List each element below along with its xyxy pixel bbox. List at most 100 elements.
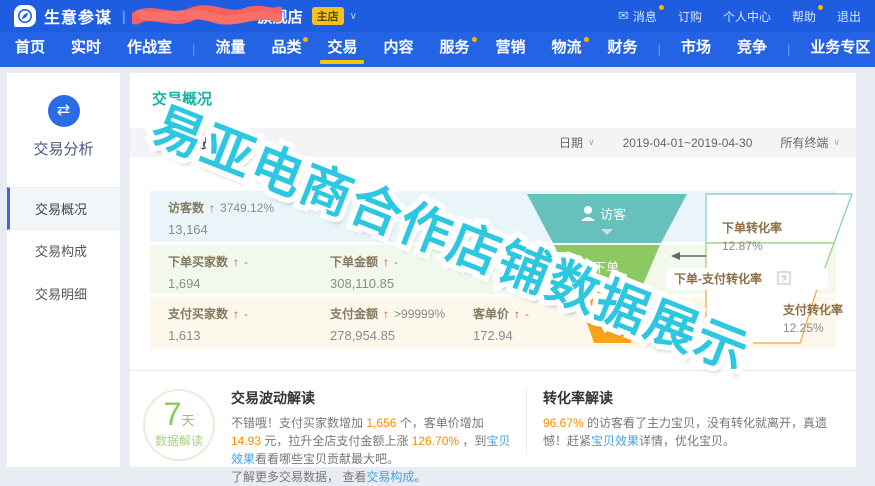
nav-service[interactable]: 服务 <box>440 32 470 67</box>
nav-divider: | <box>192 42 195 57</box>
notification-dot <box>472 37 477 42</box>
notification-dot <box>584 37 589 42</box>
topbar: 生意参谋 | 旗舰店 主店 ∨ ✉ 消息 订购 个人中心 帮助 退出 <box>0 0 875 32</box>
insight-text: 元，拉升全店支付金额上涨 <box>261 434 412 448</box>
metric-per-customer: 客单价↑- 172.94 <box>473 305 529 343</box>
nav-category[interactable]: 品类 <box>271 32 301 67</box>
metric-label: 访客数 <box>168 199 204 216</box>
sidebar-title: 交易分析 <box>7 138 120 159</box>
metric-label: 下单金额 <box>330 253 378 270</box>
metric-pay-buyers: 支付买家数↑- 1,613 <box>168 305 248 343</box>
sidebar-item-trade-composition[interactable]: 交易构成 <box>7 230 120 273</box>
page-title: 交易概况 <box>130 73 856 109</box>
metric-label: 支付金额 <box>330 305 378 322</box>
chevron-down-icon: ∨ <box>833 137 840 148</box>
messages-link[interactable]: ✉ 消息 <box>618 8 657 25</box>
metric-visitors: 访客数 ↑ 3749.12% 13,164 <box>168 199 274 237</box>
insight-text: 看看哪些宝贝贡献最大吧。 <box>255 452 399 466</box>
arrow-up-icon: ↑ <box>383 307 389 321</box>
section-title: 交易总览 <box>162 133 214 152</box>
nav-service-label: 服务 <box>440 39 470 56</box>
store-chevron-down-icon[interactable]: ∨ <box>350 11 357 22</box>
brand-compass-logo-icon <box>14 5 36 27</box>
section-header: 交易总览 日期 ∨ 2019-04-01~2019-04-30 所有终端 ∨ <box>130 128 856 157</box>
personal-center-link[interactable]: 个人中心 <box>723 8 771 25</box>
order-band: 下单买家数↑- 1,694 下单金额↑- 308,110.85 <box>150 245 836 294</box>
nav-category-label: 品类 <box>271 39 301 56</box>
nav-home[interactable]: 首页 <box>15 32 45 67</box>
pay-band: 支付买家数↑- 1,613 支付金额↑>99999% 278,954.85 客单… <box>150 297 836 349</box>
main-nav: 首页 实时 作战室 | 流量 品类 交易 内容 服务 营销 物流 财务 | 市场… <box>0 32 875 67</box>
nav-traffic[interactable]: 流量 <box>215 32 245 67</box>
trade-composition-link[interactable]: 交易构成 <box>366 470 414 484</box>
nav-logistics[interactable]: 物流 <box>552 32 582 67</box>
terminal-filter[interactable]: 所有终端 ∨ <box>780 134 840 151</box>
insight-highlight-value: 126.70% <box>412 434 459 448</box>
seven-day-badge: 7天 数据解读 <box>143 389 215 461</box>
insight-text: 。 <box>414 470 426 484</box>
nav-finance[interactable]: 财务 <box>608 32 638 67</box>
brand-divider: | <box>122 8 126 24</box>
date-range-value: 2019-04-01~2019-04-30 <box>623 136 753 150</box>
insight-title: 转化率解读 <box>543 388 832 408</box>
subscribe-link[interactable]: 订购 <box>678 8 702 25</box>
date-filter[interactable]: 日期 ∨ <box>559 134 595 151</box>
insight-body: 96.67% 的访客看了主力宝贝，没有转化就离开，真遗憾！赶紧宝贝效果详情，优化… <box>543 414 832 450</box>
metric-pay-amount: 支付金额↑>99999% 278,954.85 <box>330 305 445 343</box>
insight-highlight-value: 14.93 <box>231 434 261 448</box>
metric-trend: >99999% <box>394 307 445 321</box>
sidebar-item-trade-overview[interactable]: 交易概况 <box>7 187 120 230</box>
sidebar-menu: 交易概况 交易构成 交易明细 <box>7 187 120 316</box>
nav-biz-zone[interactable]: 业务专区 <box>810 32 870 67</box>
insights-section: 7天 数据解读 交易波动解读 不错哦！支付买家数增加 1,656 个，客单价增加… <box>130 370 856 467</box>
insight-highlight-value: 1,656 <box>366 416 396 430</box>
arrow-up-icon: ↑ <box>209 201 215 215</box>
metric-value: 308,110.85 <box>330 276 398 291</box>
date-filter-label: 日期 <box>559 134 583 151</box>
nav-market[interactable]: 市场 <box>681 32 711 67</box>
sidebar-header: ⇄ 交易分析 <box>7 73 120 175</box>
insight-text: 不错哦！支付买家数增加 <box>231 416 366 430</box>
metric-value: 1,694 <box>168 276 248 291</box>
nav-warroom[interactable]: 作战室 <box>127 32 172 67</box>
insight-text: ，到 <box>459 434 486 448</box>
metric-trend: - <box>525 307 529 321</box>
subscribe-label: 订购 <box>678 8 702 25</box>
redaction-scribble <box>132 4 282 28</box>
metric-value: 13,164 <box>168 222 274 237</box>
metric-trend: - <box>244 307 248 321</box>
insight-text: 了解更多交易数据， 查看 <box>231 470 366 484</box>
nav-divider: | <box>787 42 790 57</box>
filters: 日期 ∨ 2019-04-01~2019-04-30 所有终端 ∨ <box>559 134 840 151</box>
nav-realtime[interactable]: 实时 <box>71 32 101 67</box>
nav-trade-active[interactable]: 交易 <box>327 32 357 67</box>
badge-unit: 天 <box>181 413 194 428</box>
logout-link[interactable]: 退出 <box>837 8 861 25</box>
main-panel: 交易概况 交易总览 日期 ∨ 2019-04-01~2019-04-30 所有终… <box>130 73 856 467</box>
help-label: 帮助 <box>792 8 816 25</box>
conversion-rate-insight: 转化率解读 96.67% 的访客看了主力宝贝，没有转化就离开，真遗憾！赶紧宝贝效… <box>543 387 838 467</box>
nav-logistics-label: 物流 <box>552 39 582 56</box>
notification-dot <box>818 5 823 10</box>
sidebar-item-trade-detail[interactable]: 交易明细 <box>7 273 120 316</box>
chevron-down-icon: ∨ <box>588 137 595 148</box>
brand-name: 生意参谋 <box>44 4 112 28</box>
metric-trend: 3749.12% <box>220 201 274 215</box>
store-name[interactable]: 旗舰店 <box>132 4 303 28</box>
help-link[interactable]: 帮助 <box>792 8 816 25</box>
arrow-up-icon: ↑ <box>383 255 389 269</box>
logout-label: 退出 <box>837 8 861 25</box>
metric-value: 172.94 <box>473 328 529 343</box>
badge-caption: 数据解读 <box>145 432 213 449</box>
personal-center-label: 个人中心 <box>723 8 771 25</box>
item-effect-link[interactable]: 宝贝效果 <box>591 434 639 448</box>
insights-divider <box>526 387 527 455</box>
arrow-up-icon: ↑ <box>233 307 239 321</box>
nav-content[interactable]: 内容 <box>383 32 413 67</box>
nav-compete[interactable]: 竞争 <box>737 32 767 67</box>
trade-analysis-icon: ⇄ <box>48 95 80 127</box>
nav-marketing[interactable]: 营销 <box>496 32 526 67</box>
metric-trend: - <box>394 255 398 269</box>
topbar-links: ✉ 消息 订购 个人中心 帮助 退出 <box>618 8 861 25</box>
sidebar: ⇄ 交易分析 交易概况 交易构成 交易明细 <box>7 73 120 467</box>
